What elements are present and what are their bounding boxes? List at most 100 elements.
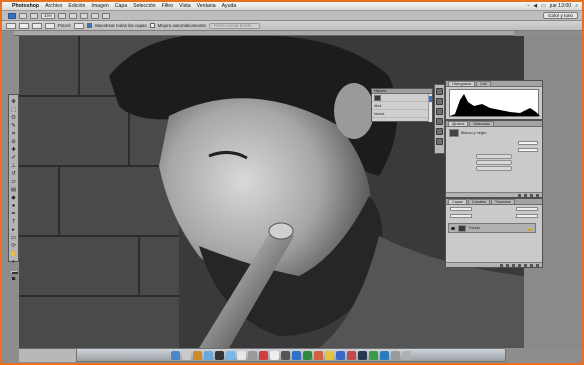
new-adjustment-icon[interactable] — [518, 263, 521, 267]
info-panel-icon[interactable] — [436, 98, 443, 105]
zoom-select[interactable]: 33% — [41, 12, 56, 19]
mail-icon[interactable] — [325, 350, 334, 360]
pen-tool-icon[interactable]: ✒ — [10, 211, 17, 217]
3d-rotate-tool-icon[interactable]: ⟳ — [10, 243, 17, 249]
styles-panel-icon[interactable] — [436, 128, 443, 135]
tab-channels[interactable]: Canales — [467, 199, 490, 204]
powerpoint-icon[interactable] — [314, 350, 323, 360]
refine-edge-button[interactable]: Perfeccionar borde... — [209, 22, 260, 29]
delete-mask-icon[interactable] — [536, 193, 539, 197]
add-mask-icon[interactable] — [512, 263, 515, 267]
acrobat-icon[interactable] — [347, 350, 356, 360]
rotate-view-button[interactable] — [80, 12, 89, 19]
wifi-icon[interactable]: ◔ — [526, 3, 529, 9]
brush-tool-icon[interactable]: ✐ — [10, 155, 17, 161]
eraser-tool-icon[interactable]: ▱ — [10, 179, 17, 185]
tab-info[interactable]: Info — [476, 81, 491, 86]
blend-mode-select[interactable] — [450, 206, 472, 211]
new-selection-button[interactable] — [19, 22, 29, 29]
history-scrollbar[interactable] — [428, 94, 432, 122]
history-brush-tool-icon[interactable]: ↺ — [10, 171, 17, 177]
address-book-icon[interactable] — [193, 350, 202, 360]
dodge-tool-icon[interactable]: ● — [10, 203, 17, 209]
scrollbar-thumb[interactable] — [429, 96, 432, 102]
chrome-icon[interactable] — [369, 350, 378, 360]
dashboard-icon[interactable] — [182, 350, 191, 360]
menu-capa[interactable]: Capa — [115, 3, 127, 9]
history-snapshot[interactable] — [372, 94, 432, 102]
brush-panel-icon[interactable] — [436, 138, 443, 145]
tab-masks[interactable]: Máscaras — [469, 121, 494, 126]
spotlight-icon[interactable]: ⌕ — [575, 3, 578, 9]
lock-options[interactable] — [450, 213, 472, 218]
clock[interactable]: jue 13:00 — [550, 3, 571, 9]
screen-mode-button[interactable] — [102, 12, 111, 19]
lasso-tool-icon[interactable]: ʘ — [10, 115, 17, 121]
bridge-button[interactable] — [19, 12, 27, 19]
menu-vista[interactable]: Vista — [179, 3, 190, 9]
menu-edicion[interactable]: Edición — [68, 3, 85, 9]
background-color-swatch[interactable] — [12, 272, 18, 274]
color-range-button[interactable] — [476, 160, 512, 165]
move-tool-icon[interactable]: ✥ — [10, 99, 17, 105]
tab-adjustments[interactable]: Ajustes — [448, 121, 469, 126]
history-item[interactable]: Nueva — [372, 110, 432, 118]
load-selection-icon[interactable] — [518, 193, 521, 197]
trash-dock-icon[interactable] — [402, 350, 411, 360]
opacity-field[interactable] — [516, 206, 538, 211]
workspace-switcher[interactable]: Color y tono — [543, 12, 578, 19]
tab-histogram[interactable]: Histograma — [448, 81, 476, 86]
invert-button[interactable] — [476, 166, 512, 171]
zoom-tool-icon[interactable]: ⌕ — [10, 259, 17, 265]
system-preferences-icon[interactable] — [226, 350, 235, 360]
add-selection-button[interactable] — [32, 22, 42, 29]
layer-name[interactable]: Fondo — [469, 226, 480, 230]
feather-field[interactable] — [518, 147, 538, 152]
tab-paths[interactable]: Trazados — [490, 199, 515, 204]
eyedropper-tool-icon[interactable]: ⊘ — [10, 139, 17, 145]
menu-filtro[interactable]: Filtro — [162, 3, 174, 9]
arrange-documents-button[interactable] — [91, 12, 100, 19]
preview-icon[interactable] — [248, 350, 257, 360]
fill-field[interactable] — [516, 213, 538, 218]
gradient-tool-icon[interactable]: ▤ — [10, 187, 17, 193]
tool-preset-picker[interactable] — [6, 22, 16, 29]
auto-enhance-checkbox[interactable] — [149, 23, 155, 28]
type-tool-icon[interactable]: T — [10, 219, 17, 225]
layer-row[interactable]: Fondo 🔒 — [448, 223, 536, 233]
skype-icon[interactable] — [336, 350, 345, 360]
zoom-tool-button[interactable] — [69, 12, 78, 19]
textedit-icon[interactable] — [237, 350, 246, 360]
mask-edge-button[interactable] — [476, 154, 512, 159]
apply-mask-icon[interactable] — [524, 193, 527, 197]
marquee-tool-icon[interactable]: ⬚ — [10, 107, 17, 113]
terminal-icon[interactable] — [281, 350, 290, 360]
menu-photoshop[interactable]: Photoshop — [12, 3, 39, 9]
blur-tool-icon[interactable]: ◆ — [10, 195, 17, 201]
tab-layers[interactable]: Capas — [448, 199, 467, 204]
itunes-icon[interactable] — [259, 350, 268, 360]
menu-ayuda[interactable]: Ayuda — [222, 3, 237, 9]
healing-brush-tool-icon[interactable]: ✚ — [10, 147, 17, 153]
clone-stamp-tool-icon[interactable]: ⊥ — [10, 163, 17, 169]
word-icon[interactable] — [292, 350, 301, 360]
histogram-panel-icon[interactable] — [436, 88, 443, 95]
visibility-eye-icon[interactable] — [451, 226, 455, 230]
new-group-icon[interactable] — [524, 263, 527, 267]
brush-size-picker[interactable] — [74, 22, 85, 29]
sample-all-checkbox[interactable] — [87, 23, 93, 28]
new-layer-icon[interactable] — [530, 263, 533, 267]
downloads-stack-icon[interactable] — [391, 350, 400, 360]
photoshop-dock-icon[interactable] — [358, 350, 367, 360]
safari-icon[interactable] — [204, 350, 213, 360]
path-selection-tool-icon[interactable]: ▸ — [10, 227, 17, 233]
link-layers-icon[interactable] — [500, 263, 503, 267]
subtract-selection-button[interactable] — [45, 22, 55, 29]
ical-icon[interactable] — [270, 350, 279, 360]
volume-icon[interactable]: ◀ — [533, 3, 537, 9]
trash-icon[interactable] — [536, 263, 539, 267]
finder-icon[interactable] — [171, 350, 180, 360]
lightroom-icon[interactable] — [380, 350, 389, 360]
shape-tool-icon[interactable]: ▭ — [10, 235, 17, 241]
excel-icon[interactable] — [303, 350, 312, 360]
